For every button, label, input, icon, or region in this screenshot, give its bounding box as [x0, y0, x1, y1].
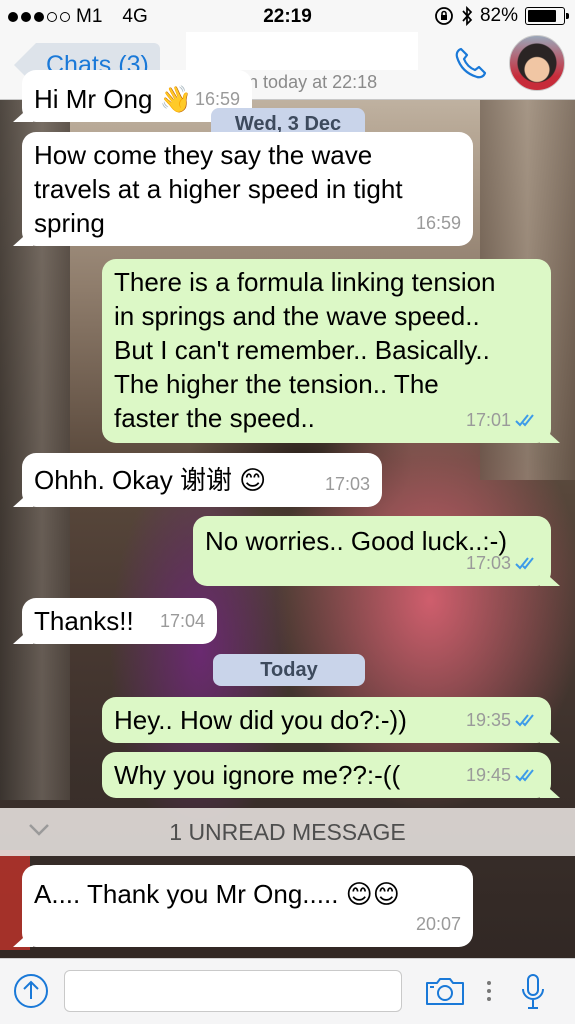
- message-time: 17:03: [465, 553, 511, 573]
- message-bubble-incoming[interactable]: Ohhh. Okay 谢谢 😊 17:03: [22, 453, 382, 507]
- phone-call-icon[interactable]: [452, 44, 490, 82]
- message-time: 19:35: [465, 710, 511, 730]
- message-bubble-outgoing[interactable]: No worries.. Good luck..:-) 17:03: [193, 516, 551, 586]
- message-time: 16:59: [415, 213, 461, 233]
- message-meta: 20:07: [416, 907, 461, 941]
- share-upload-icon[interactable]: [12, 972, 50, 1010]
- camera-icon[interactable]: [424, 975, 466, 1007]
- read-receipt-icon: [515, 557, 534, 570]
- message-time: 19:45: [465, 765, 511, 785]
- orientation-lock-icon: [435, 7, 453, 25]
- read-receipt-icon: [515, 769, 534, 782]
- message-time: 17:04: [159, 611, 205, 631]
- message-time: 17:01: [465, 410, 511, 430]
- message-meta: 17:03: [466, 546, 539, 580]
- message-bubble-outgoing[interactable]: Hey.. How did you do?:-)) 19:35: [102, 697, 551, 743]
- read-receipt-icon: [515, 714, 534, 727]
- bluetooth-icon: [462, 6, 473, 26]
- message-text: How come they say the wave travels at a …: [34, 140, 403, 238]
- chevron-down-icon: [29, 824, 49, 836]
- message-bubble-outgoing[interactable]: There is a formula linking tension in sp…: [102, 259, 551, 443]
- message-meta: 17:04: [160, 604, 205, 638]
- message-text: A.... Thank you Mr Ong..... 😊😊: [34, 879, 400, 909]
- unread-messages-banner[interactable]: 1 UNREAD MESSAGE: [0, 808, 575, 856]
- message-text: Ohhh. Okay 谢谢 😊: [34, 465, 267, 495]
- battery-icon: [525, 7, 569, 25]
- message-bubble-incoming[interactable]: A.... Thank you Mr Ong..... 😊😊 20:07: [22, 865, 473, 947]
- message-bubble-incoming[interactable]: Thanks!! 17:04: [22, 598, 217, 644]
- contact-avatar[interactable]: [509, 35, 565, 91]
- microphone-icon[interactable]: [520, 973, 546, 1011]
- message-meta: 19:35: [466, 703, 539, 737]
- message-meta: 17:01: [466, 403, 539, 437]
- message-time: 17:03: [324, 474, 370, 494]
- status-bar: M1 4G 22:19 82%: [0, 0, 575, 32]
- message-bubble-outgoing[interactable]: Why you ignore me??:-(( 19:45: [102, 752, 551, 798]
- message-meta: 17:03: [325, 467, 370, 501]
- message-input[interactable]: [64, 970, 402, 1012]
- message-bubble-incoming[interactable]: How come they say the wave travels at a …: [22, 132, 473, 246]
- date-separator: Today: [213, 654, 365, 686]
- contact-name[interactable]: [186, 32, 418, 70]
- battery-percentage: 82%: [479, 5, 518, 26]
- status-indicators: 82%: [434, 5, 569, 27]
- read-receipt-icon: [515, 414, 534, 427]
- battery-level: [528, 10, 556, 22]
- message-meta: 19:45: [466, 758, 539, 792]
- message-meta: 16:59: [416, 206, 461, 240]
- compose-bar: [0, 958, 575, 1024]
- more-options-icon[interactable]: [486, 980, 492, 1002]
- message-time: 20:07: [415, 914, 461, 934]
- unread-count-label: 1 UNREAD MESSAGE: [169, 818, 406, 845]
